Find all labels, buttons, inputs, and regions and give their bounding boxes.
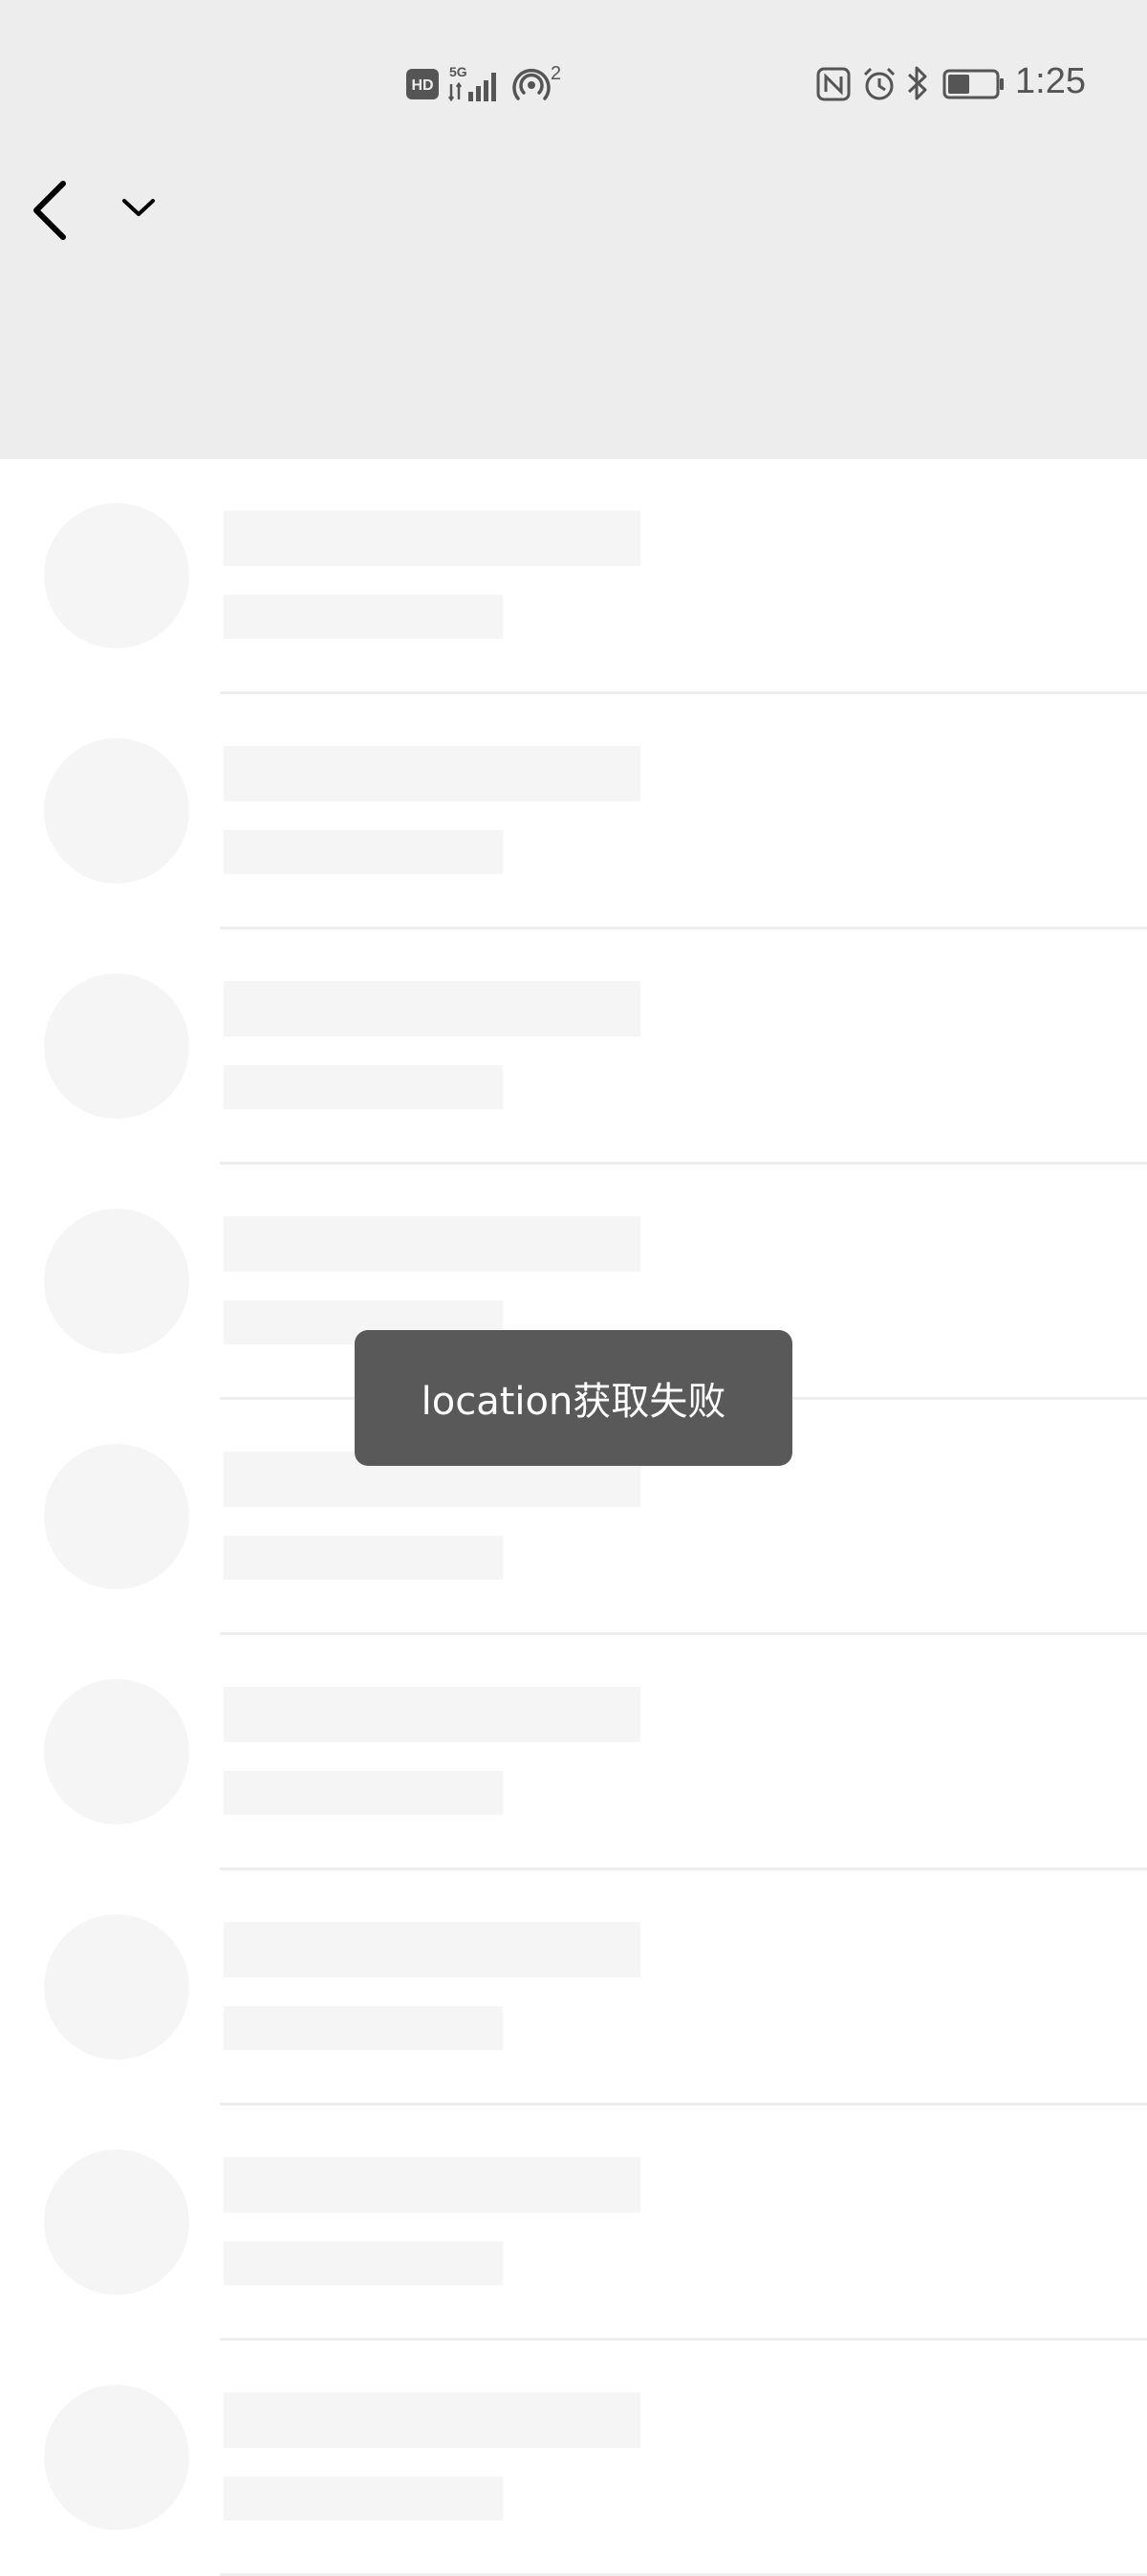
skeleton-row	[0, 1635, 1147, 1870]
skeleton-avatar	[44, 503, 189, 648]
skeleton-row	[0, 694, 1147, 929]
status-time: 1:25	[1015, 61, 1086, 101]
chevron-left-icon	[33, 181, 66, 240]
skeleton-title-line	[224, 511, 640, 566]
chevron-down-icon	[122, 199, 155, 216]
skeleton-subtitle-line	[224, 1065, 503, 1109]
bluetooth-icon	[907, 66, 927, 100]
hotspot-icon	[512, 69, 551, 100]
skeleton-title-line	[224, 1687, 640, 1742]
alarm-icon	[863, 67, 896, 100]
skeleton-avatar	[44, 738, 189, 884]
nfc-icon	[816, 67, 851, 101]
skeleton-subtitle-line	[224, 2477, 503, 2521]
svg-text:HD: HD	[411, 77, 433, 94]
skeleton-subtitle-line	[224, 1771, 503, 1815]
skeleton-avatar	[44, 1444, 189, 1589]
skeleton-avatar	[44, 1209, 189, 1354]
skeleton-title-line	[224, 2392, 640, 2448]
skeleton-row	[0, 1870, 1147, 2106]
skeleton-list	[0, 459, 1147, 2576]
skeleton-row	[0, 459, 1147, 694]
skeleton-title-line	[224, 746, 640, 801]
skeleton-subtitle-line	[224, 2241, 503, 2285]
skeleton-avatar	[44, 973, 189, 1119]
battery-icon	[942, 69, 1004, 99]
svg-text:5G: 5G	[449, 64, 467, 79]
skeleton-subtitle-line	[224, 595, 503, 639]
hotspot-count: 2	[551, 63, 562, 84]
signal-5g-icon: 5G	[447, 64, 496, 102]
skeleton-subtitle-line	[224, 1536, 503, 1580]
back-button[interactable]	[23, 172, 76, 249]
skeleton-avatar	[44, 1679, 189, 1824]
status-bar: HD 5G 2 1:25	[0, 0, 1147, 172]
skeleton-subtitle-line	[224, 2006, 503, 2050]
skeleton-row	[0, 2106, 1147, 2341]
skeleton-title-line	[224, 1216, 640, 1272]
skeleton-title-line	[224, 2157, 640, 2213]
skeleton-avatar	[44, 1914, 189, 2060]
hd-icon: HD	[406, 69, 439, 99]
skeleton-title-line	[224, 981, 640, 1037]
skeleton-row	[0, 929, 1147, 1165]
skeleton-avatar	[44, 2385, 189, 2530]
skeleton-row	[0, 2341, 1147, 2576]
skeleton-title-line	[224, 1922, 640, 1977]
skeleton-subtitle-line	[224, 830, 503, 874]
dropdown-button[interactable]	[113, 187, 164, 226]
header: HD 5G 2 1:25	[0, 0, 1147, 459]
toast-message: location获取失败	[355, 1330, 792, 1466]
skeleton-avatar	[44, 2150, 189, 2295]
